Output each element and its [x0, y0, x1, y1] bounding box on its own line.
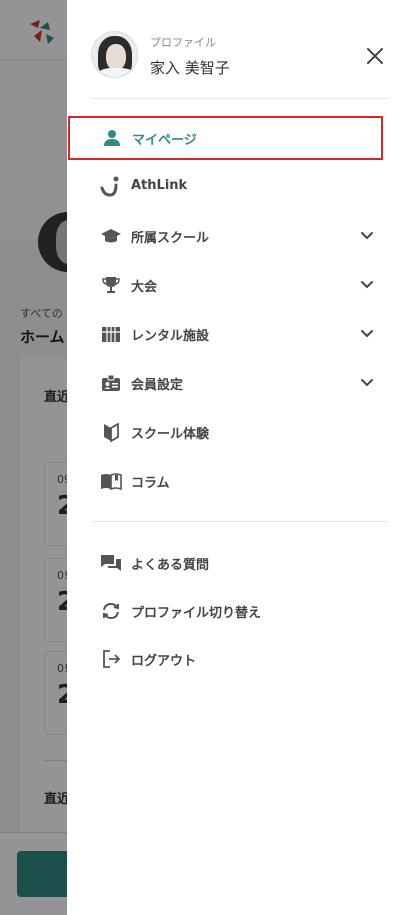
profile-name: 家入 美智子	[150, 59, 230, 77]
menu-item-rental-facility[interactable]: レンタル施設	[67, 312, 412, 356]
menu-item-label: スクール体験	[131, 427, 210, 442]
menu-item-mypage[interactable]: マイページ	[68, 116, 383, 160]
beginner-mark-icon	[99, 421, 123, 443]
menu-item-logout[interactable]: ログアウト	[67, 637, 412, 681]
menu-item-member-settings[interactable]: 会員設定	[67, 361, 412, 405]
chevron-down-icon[interactable]	[357, 275, 377, 295]
menu-item-label: コラム	[131, 476, 170, 491]
menu-item-label: レンタル施設	[131, 329, 210, 344]
id-badge-icon	[99, 372, 123, 394]
drawer-header: プロファイル 家入 美智子	[67, 0, 412, 98]
menu-item-faq[interactable]: よくある質問	[67, 541, 412, 585]
athlink-icon	[99, 176, 123, 198]
graduation-cap-icon	[99, 225, 123, 247]
menu-item-athlink[interactable]: AthLink	[67, 165, 412, 209]
menu-item-school-trial[interactable]: スクール体験	[67, 410, 412, 454]
menu-item-label: AthLink	[131, 178, 188, 193]
menu-item-label: 所属スクール	[131, 231, 210, 246]
menu-item-tournament[interactable]: 大会	[67, 263, 412, 307]
menu-item-label: プロファイル切り替え	[131, 606, 262, 621]
menu-item-column[interactable]: コラム	[67, 459, 412, 503]
divider	[92, 521, 388, 522]
close-icon[interactable]	[363, 44, 387, 68]
menu-item-school[interactable]: 所属スクール	[67, 214, 412, 258]
stadium-icon	[99, 323, 123, 345]
logout-icon	[99, 648, 123, 670]
switch-icon	[99, 600, 123, 622]
navigation-drawer: プロファイル 家入 美智子 マイページ AthLink 所属スクール 大会 レン…	[67, 0, 412, 915]
chevron-down-icon[interactable]	[357, 226, 377, 246]
menu-item-label: 会員設定	[131, 378, 184, 393]
trophy-icon	[99, 274, 123, 296]
chevron-down-icon[interactable]	[357, 324, 377, 344]
divider	[92, 98, 388, 99]
menu-item-switch-profile[interactable]: プロファイル切り替え	[67, 589, 412, 633]
person-icon	[100, 127, 124, 149]
chevron-down-icon[interactable]	[357, 373, 377, 393]
menu-item-label: ログアウト	[131, 654, 197, 669]
menu-item-label: 大会	[131, 280, 158, 295]
menu-item-label: よくある質問	[131, 558, 210, 573]
profile-caption: プロファイル	[150, 36, 216, 49]
book-icon	[99, 470, 123, 492]
menu-item-label: マイページ	[132, 133, 197, 148]
avatar	[91, 31, 138, 78]
faq-icon	[99, 552, 123, 574]
